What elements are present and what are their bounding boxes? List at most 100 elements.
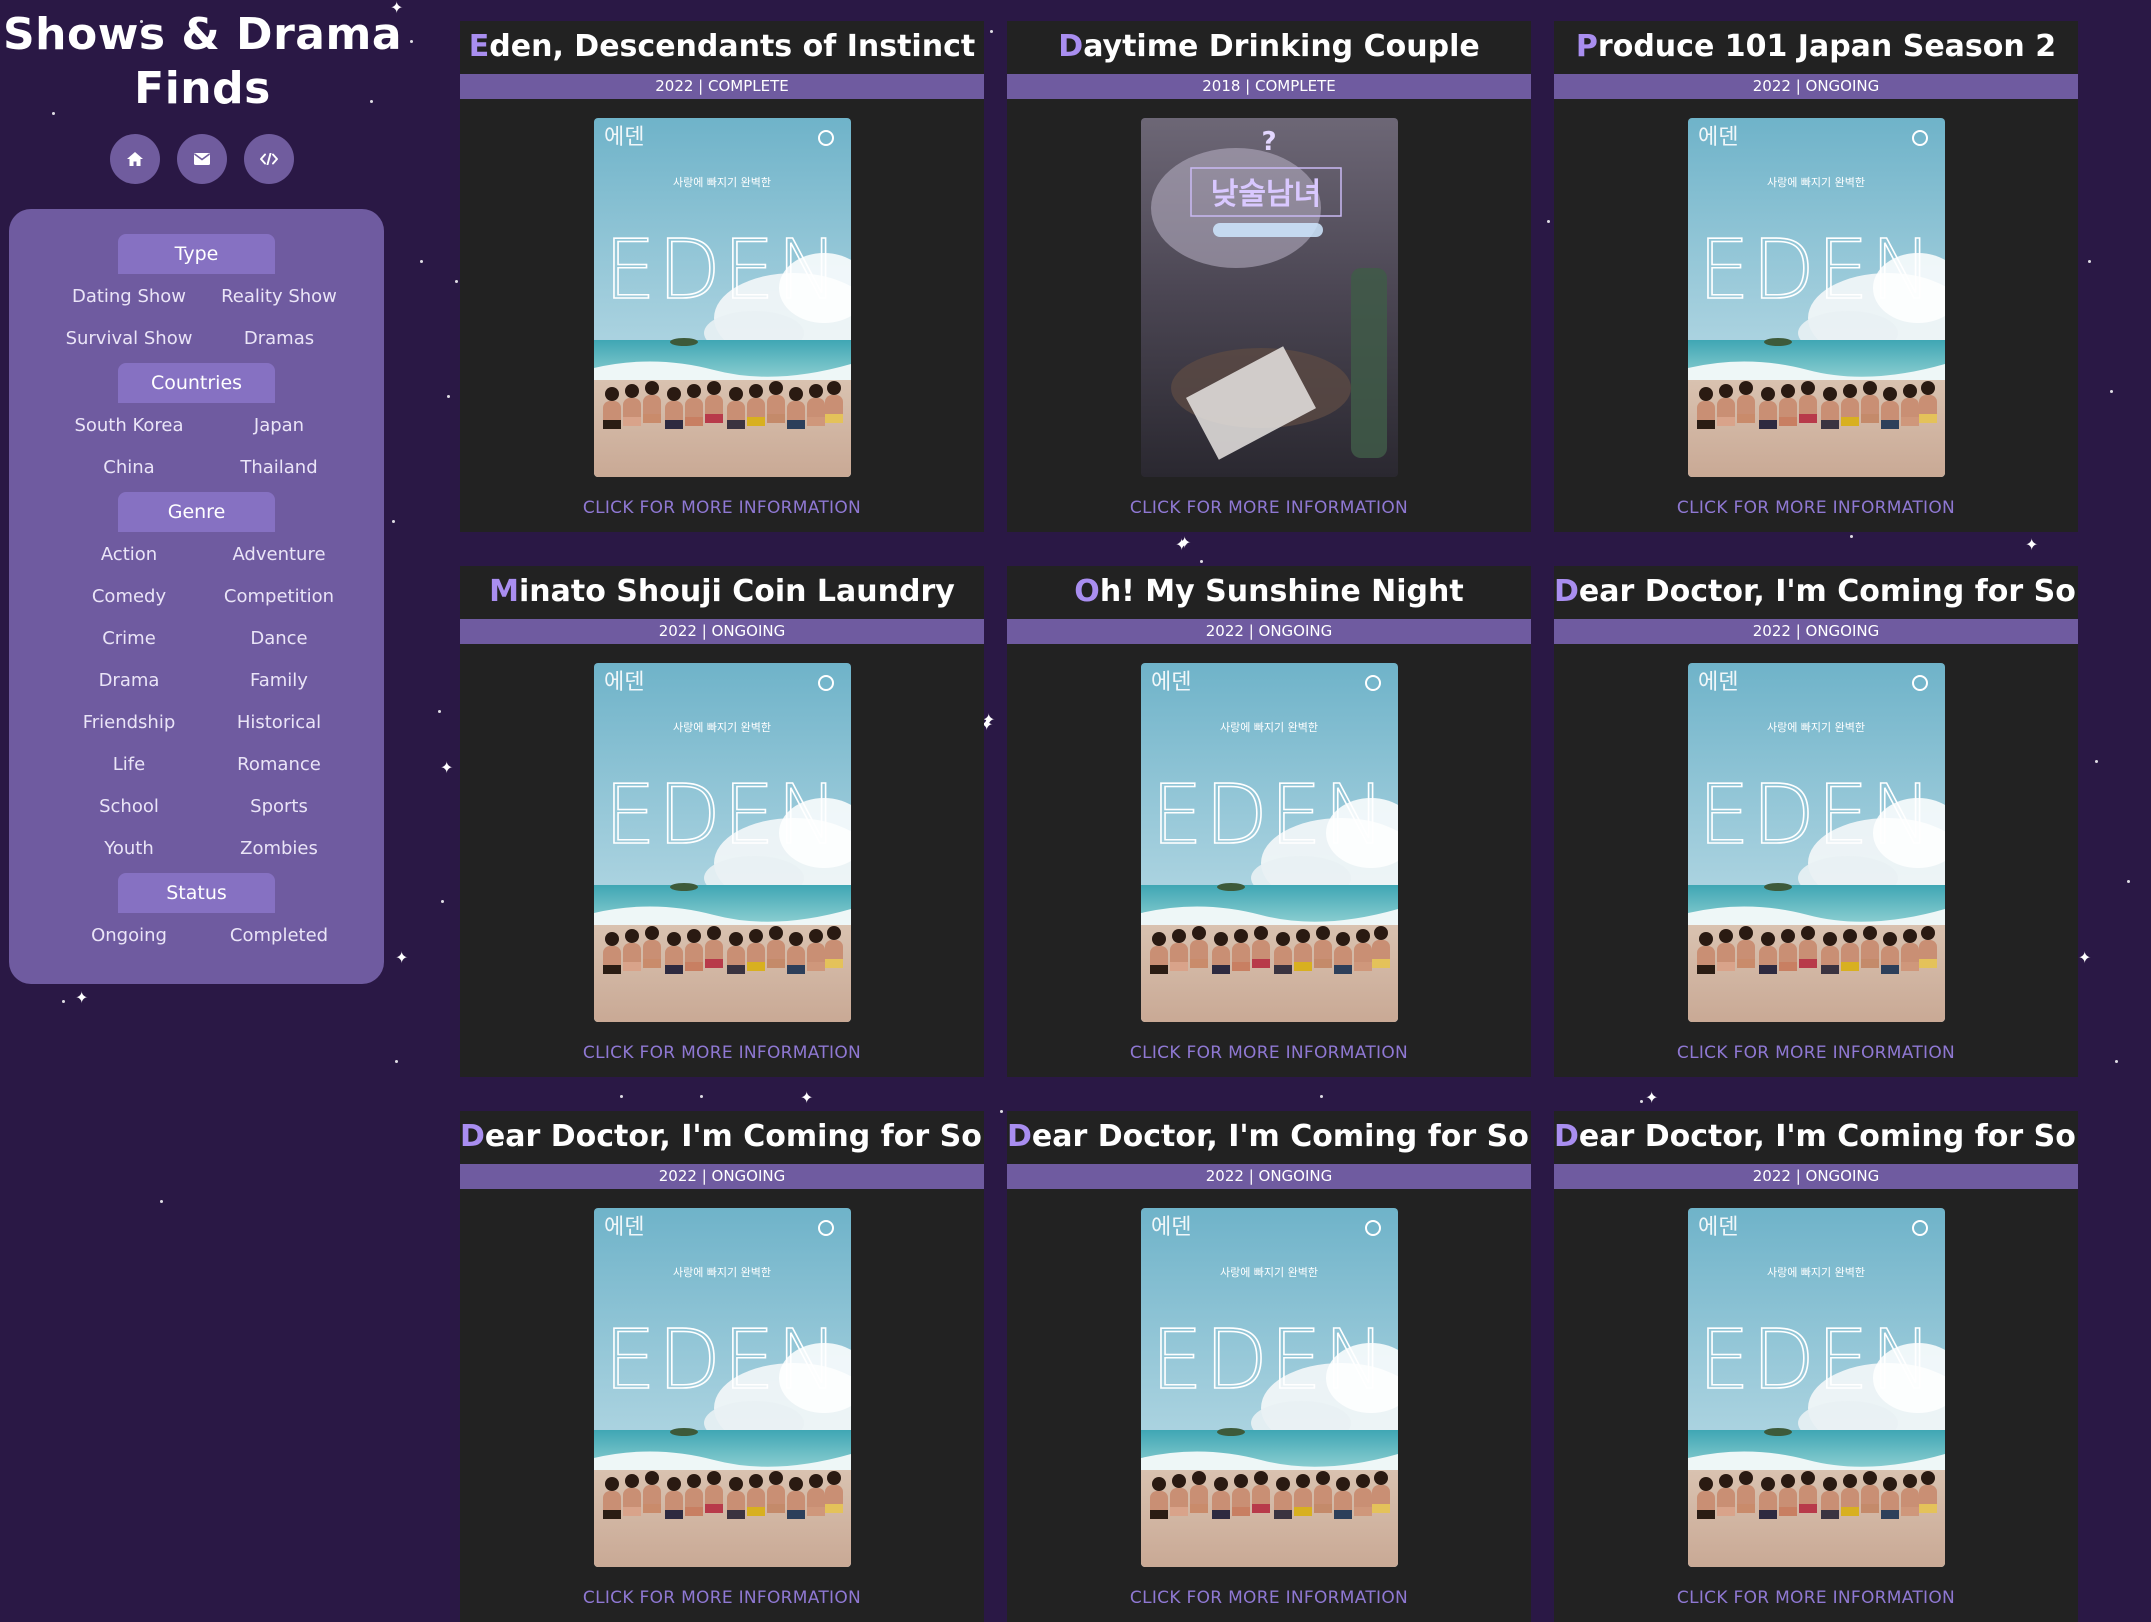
site-title: Shows & Drama Finds [0,8,405,116]
show-poster[interactable]: 에덴 사랑에 빠지기 완벽한 EDEN [593,1208,851,1567]
filter-genre-item[interactable]: Friendship [54,702,204,744]
filter-type-item[interactable]: Dating Show [54,276,204,318]
show-title: Dear Doctor, I'm Coming for Soul [1554,1111,2078,1164]
show-poster[interactable]: 에덴 사랑에 빠지기 완벽한 EDEN [1140,663,1398,1022]
sparkle-icon: ✦ [75,988,89,1007]
filter-header-countries: Countries [118,363,275,403]
filter-country-item[interactable]: China [54,447,204,489]
more-info-link[interactable]: CLICK FOR MORE INFORMATION [1007,1042,1531,1064]
star-dot [1547,220,1550,223]
filter-genre-item[interactable]: Competition [204,576,354,618]
more-info-link[interactable]: CLICK FOR MORE INFORMATION [1554,1587,2078,1609]
more-info-link[interactable]: CLICK FOR MORE INFORMATION [460,1042,984,1064]
more-info-link[interactable]: CLICK FOR MORE INFORMATION [460,497,984,519]
filter-genre-item[interactable]: Crime [54,618,204,660]
show-title: Minato Shouji Coin Laundry [460,566,984,619]
svg-text:사랑에 빠지기 완벽한: 사랑에 빠지기 완벽한 [672,721,770,734]
sparkle-icon: ✦ [2025,535,2039,554]
show-title-first-letter: P [1575,29,1598,64]
filter-country-item[interactable]: South Korea [54,405,204,447]
filter-country-item[interactable]: Thailand [204,447,354,489]
show-year-status: 2022 | ONGOING [1007,619,1531,644]
show-title-first-letter: E [468,29,490,64]
show-poster[interactable]: 에덴 사랑에 빠지기 완벽한 EDEN [1687,663,1945,1022]
show-title-first-letter: D [460,1119,485,1154]
more-info-link[interactable]: CLICK FOR MORE INFORMATION [1554,1042,2078,1064]
show-title-first-letter: D [1058,29,1084,64]
site-title-line-1: Shows & Drama [2,9,403,60]
sparkle-icon: ✦ [2078,948,2092,967]
filter-genre-item[interactable]: Adventure [204,534,354,576]
filter-type-item[interactable]: Dramas [204,318,354,360]
mail-button[interactable] [177,134,227,184]
svg-text:에덴: 에덴 [604,125,644,150]
show-year-status: 2022 | ONGOING [1554,1164,2078,1189]
star-dot [160,1200,163,1203]
filter-genre-item[interactable]: Sports [204,786,354,828]
star-dot [1850,535,1853,538]
site-title-line-2: Finds [134,63,271,114]
code-button[interactable] [244,134,294,184]
show-title-rest: ear Doctor, I'm Coming for Soul [1031,1119,1531,1154]
show-card: Produce 101 Japan Season 2 2022 | ONGOIN… [1554,21,2078,532]
filter-type-item[interactable]: Reality Show [204,276,354,318]
svg-text:사랑에 빠지기 완벽한: 사랑에 빠지기 완벽한 [672,1266,770,1279]
sparkle-icon: ✦ [440,758,454,777]
star-dot [2095,760,2098,763]
svg-text:EDEN: EDEN [603,1313,839,1408]
svg-text:에덴: 에덴 [1698,125,1738,150]
star-dot [990,30,993,33]
more-info-link[interactable]: CLICK FOR MORE INFORMATION [460,1587,984,1609]
svg-text:EDEN: EDEN [1697,768,1933,863]
show-title-first-letter: D [1007,1119,1032,1154]
filter-genre-item[interactable]: Historical [204,702,354,744]
show-year-status: 2022 | ONGOING [1007,1164,1531,1189]
show-year-status: 2022 | ONGOING [460,1164,984,1189]
svg-text:사랑에 빠지기 완벽한: 사랑에 빠지기 완벽한 [1766,721,1864,734]
filter-genre-item[interactable]: Zombies [204,828,354,870]
show-poster[interactable]: 에덴 사랑에 빠지기 완벽한 EDEN [1687,1208,1945,1567]
more-info-link[interactable]: CLICK FOR MORE INFORMATION [1007,1587,1531,1609]
filter-genre-item[interactable]: Dance [204,618,354,660]
filter-genre-item[interactable]: Comedy [54,576,204,618]
svg-text:에덴: 에덴 [604,1215,644,1240]
filter-type-item[interactable]: Survival Show [54,318,204,360]
show-year-status: 2022 | ONGOING [1554,619,2078,644]
filter-genre-item[interactable]: Romance [204,744,354,786]
show-card: Oh! My Sunshine Night 2022 | ONGOING 에덴 … [1007,566,1531,1077]
show-year-status: 2022 | ONGOING [1554,74,2078,99]
show-card: Eden, Descendants of Instinct 2022 | COM… [460,21,984,532]
show-poster[interactable]: 에덴 사랑에 빠지기 완벽한 EDEN [1140,1208,1398,1567]
show-title: Dear Doctor, I'm Coming for Soul [1007,1111,1531,1164]
code-icon [260,153,278,165]
filter-status-item[interactable]: Completed [204,915,354,957]
filter-genre-item[interactable]: School [54,786,204,828]
svg-text:에덴: 에덴 [1151,1215,1191,1240]
filter-genre-item[interactable]: Action [54,534,204,576]
show-title: Daytime Drinking Couple [1007,21,1531,74]
show-card: Dear Doctor, I'm Coming for Soul 2022 | … [1554,1111,2078,1622]
home-button[interactable] [110,134,160,184]
show-poster[interactable]: 에덴 사랑에 빠지기 완벽한 EDEN [593,663,851,1022]
show-title-first-letter: M [489,574,519,609]
star-dot [395,1060,398,1063]
filter-genre-item[interactable]: Youth [54,828,204,870]
filter-genre-item[interactable]: Drama [54,660,204,702]
filter-country-item[interactable]: Japan [204,405,354,447]
more-info-link[interactable]: CLICK FOR MORE INFORMATION [1554,497,2078,519]
svg-text:사랑에 빠지기 완벽한: 사랑에 빠지기 완벽한 [1766,1266,1864,1279]
filter-group-type: Dating Show Reality Show Survival Show Dram… [54,274,384,363]
show-poster[interactable]: 에덴 사랑에 빠지기 완벽한 EDEN [1687,118,1945,477]
sparkle-icon: ✦ [1178,533,1192,552]
filter-genre-item[interactable]: Life [54,744,204,786]
show-title: Oh! My Sunshine Night [1007,566,1531,619]
more-info-link[interactable]: CLICK FOR MORE INFORMATION [1007,497,1531,519]
sparkle-icon: ✦ [1175,535,1189,554]
show-card: Dear Doctor, I'm Coming for Soul 2022 | … [1554,566,2078,1077]
filter-genre-item[interactable]: Family [204,660,354,702]
filter-panel: Type Dating Show Reality Show Survival Sho… [9,209,384,984]
show-poster[interactable]: ? 낮술남녀 [1140,118,1398,477]
filter-status-item[interactable]: Ongoing [54,915,204,957]
show-poster[interactable]: 에덴 사랑에 빠지기 완벽한 EDEN [593,118,851,477]
filter-group-status: Ongoing Completed [54,913,384,960]
